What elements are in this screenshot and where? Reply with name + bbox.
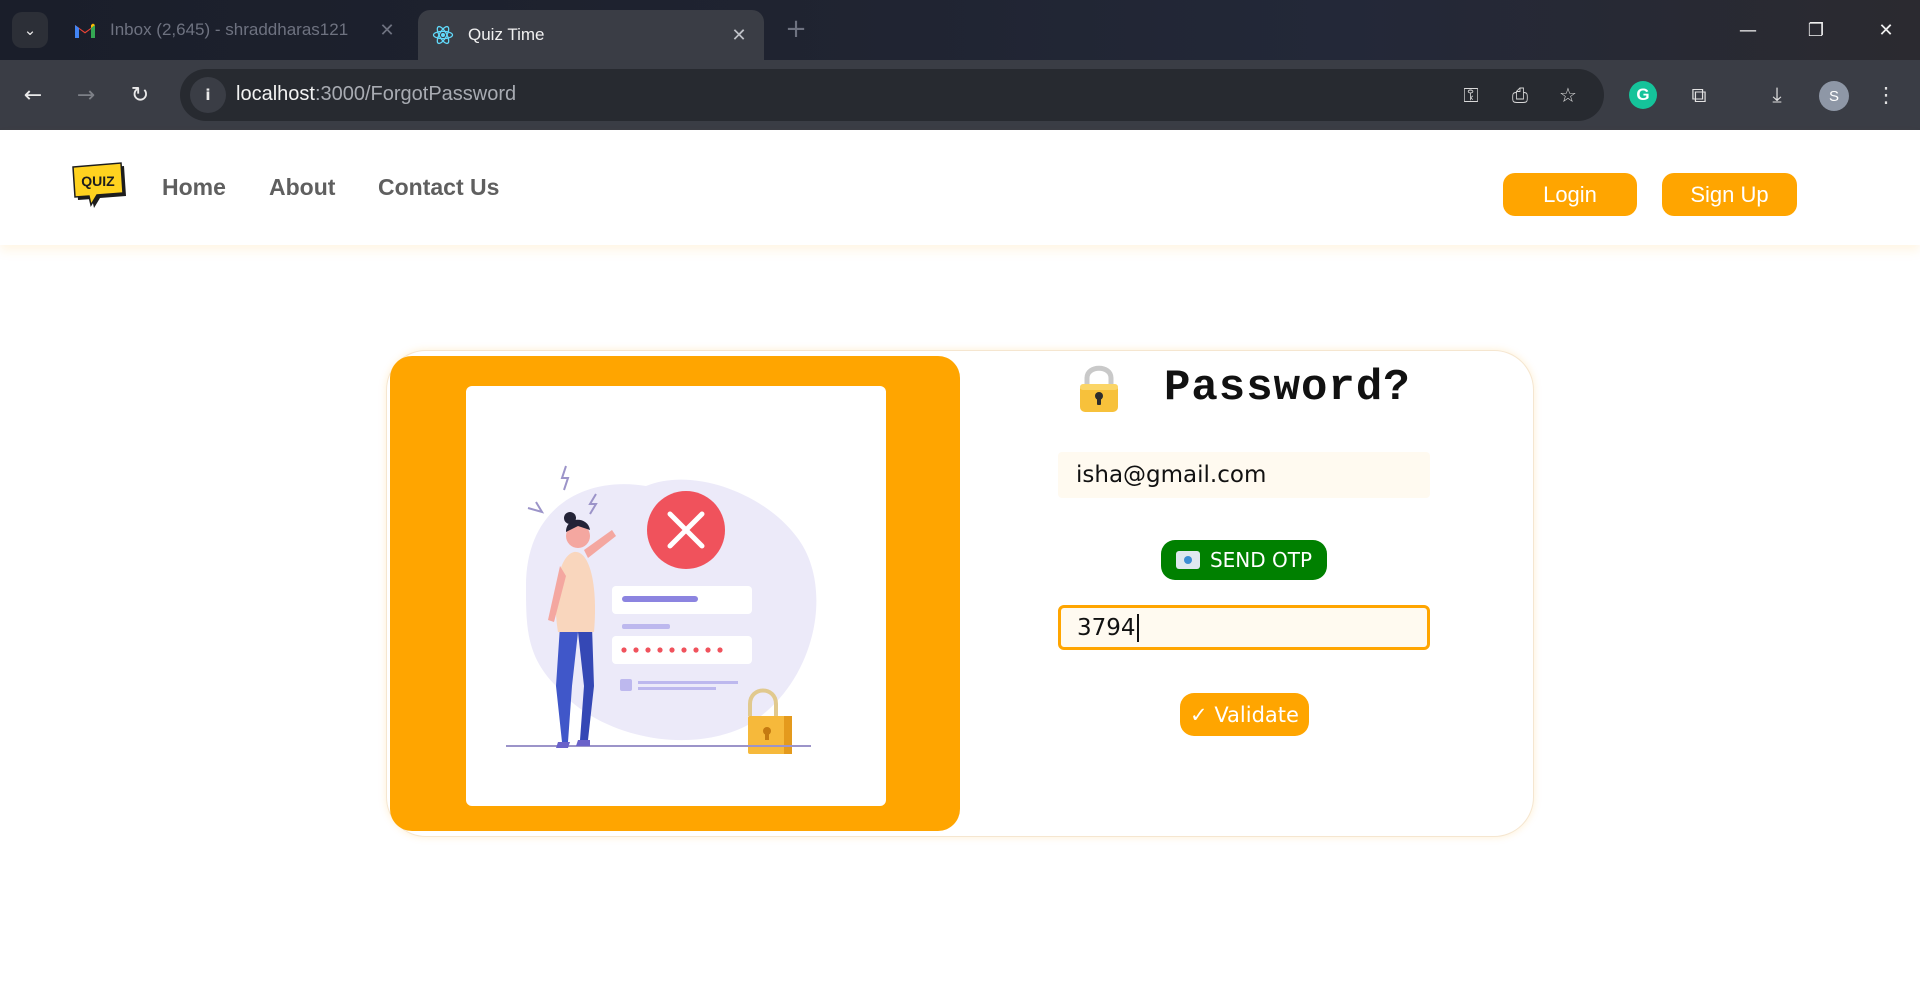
login-button[interactable]: Login [1503, 173, 1637, 216]
signup-button[interactable]: Sign Up [1662, 173, 1797, 216]
tab-title: Inbox (2,645) - shraddharas121 [110, 20, 349, 39]
tab-gmail[interactable]: Inbox (2,645) - shraddharas121 ✕ [60, 10, 412, 50]
avatar[interactable]: S [1819, 81, 1849, 111]
text-caret [1136, 613, 1139, 642]
validate-button[interactable]: ✓ Validate [1180, 693, 1309, 736]
minimize-icon[interactable]: — [1728, 12, 1768, 48]
key-icon[interactable]: ⚿ [1456, 81, 1486, 109]
close-icon[interactable]: ✕ [376, 20, 398, 41]
new-tab-button[interactable]: + [782, 16, 810, 44]
grammarly-icon[interactable]: G [1629, 81, 1657, 109]
heading-text: Password? [1164, 363, 1411, 413]
nav-home-link[interactable]: Home [162, 174, 226, 201]
react-icon [432, 24, 454, 46]
browser-tabstrip: ⌄ Inbox (2,645) - shraddharas121 ✕ Quiz … [0, 0, 1920, 60]
quiz-logo[interactable]: QUIZ [70, 162, 130, 208]
star-icon[interactable]: ☆ [1553, 81, 1583, 109]
browser-toolbar: ← → ↻ i localhost:3000/ForgotPassword ⚿ … [0, 60, 1920, 130]
tab-title: Quiz Time [468, 25, 545, 44]
window-close-icon[interactable]: ✕ [1866, 12, 1906, 48]
restore-icon[interactable]: ❐ [1796, 12, 1836, 48]
tab-search-button[interactable]: ⌄ [12, 12, 48, 48]
svg-text:QUIZ: QUIZ [81, 173, 115, 189]
forward-arrow-icon[interactable]: → [68, 77, 104, 113]
site-info-icon[interactable]: i [190, 77, 226, 113]
menu-icon[interactable]: ⋮ [1869, 78, 1903, 112]
nav-contact-link[interactable]: Contact Us [378, 174, 499, 201]
email-field[interactable]: isha@gmail.com [1058, 452, 1430, 498]
send-otp-label: SEND OTP [1209, 548, 1313, 572]
close-icon[interactable]: ✕ [728, 25, 750, 46]
download-icon[interactable]: ⤓ [1760, 78, 1794, 112]
forgot-password-illustration [466, 386, 886, 806]
tab-quiz-time[interactable]: Quiz Time ✕ [418, 10, 764, 60]
otp-field[interactable]: 3794 [1058, 605, 1430, 650]
extensions-icon[interactable]: ⧉ [1682, 78, 1716, 112]
lock-icon [1080, 365, 1118, 412]
install-app-icon[interactable]: ⎙ [1505, 81, 1535, 109]
otp-value: 3794 [1077, 614, 1136, 641]
envelope-icon [1175, 551, 1200, 569]
address-bar[interactable]: i localhost:3000/ForgotPassword ⚿ ⎙ ☆ [180, 69, 1604, 121]
reload-icon[interactable]: ↻ [122, 77, 158, 113]
email-value: isha@gmail.com [1076, 462, 1267, 488]
gmail-icon [74, 19, 96, 41]
nav-about-link[interactable]: About [269, 174, 335, 201]
send-otp-button[interactable]: SEND OTP [1161, 540, 1327, 580]
back-arrow-icon[interactable]: ← [15, 77, 51, 113]
page-title: Password? [1076, 362, 1411, 414]
url-text[interactable]: localhost:3000/ForgotPassword [236, 83, 516, 106]
chevron-down-icon: ⌄ [23, 21, 37, 39]
